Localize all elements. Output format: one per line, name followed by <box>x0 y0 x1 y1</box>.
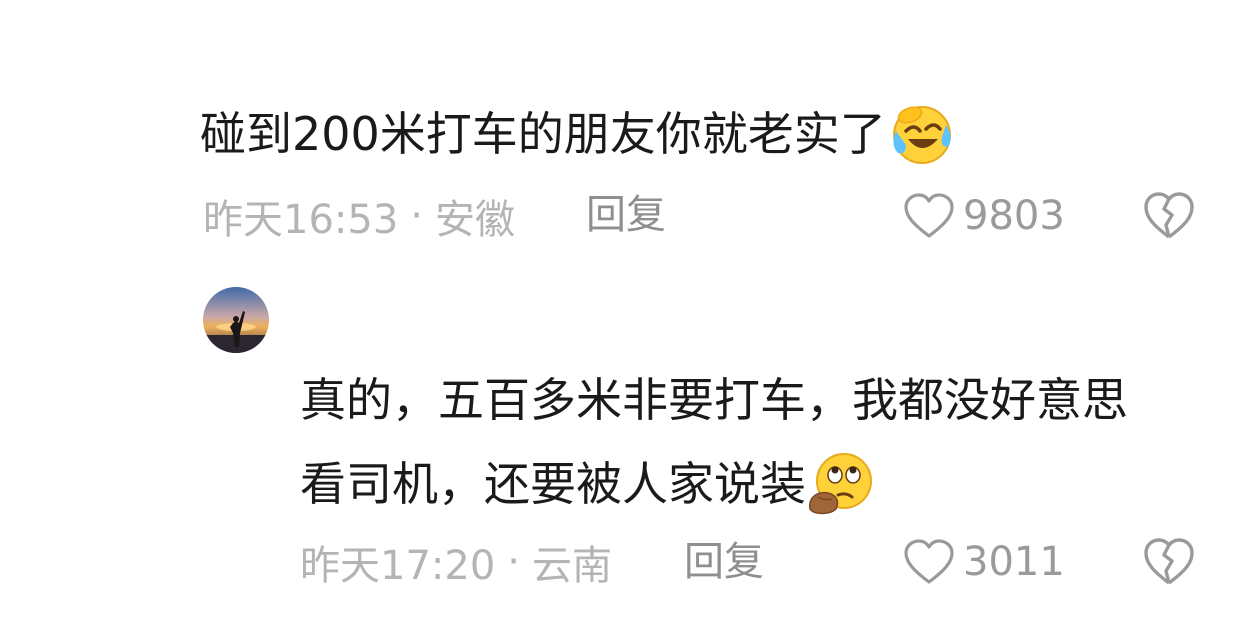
comment-2-text-line-1: 真的，五百多米非要打车，我都没好意思 <box>300 373 1128 427</box>
broken-heart-icon[interactable] <box>1142 189 1196 243</box>
comment-1-text: 碰到200米打车的朋友你就老实了 <box>200 107 886 161</box>
comment-1-location: 安徽 <box>435 197 515 243</box>
comment-2-reply-button[interactable]: 回复 <box>684 532 764 592</box>
comment-1-meta: 昨天16:53 · 安徽 <box>203 186 515 246</box>
comment-2-separator: · <box>507 539 520 585</box>
comment-2-location: 云南 <box>532 543 612 589</box>
comment-1-like-button[interactable]: 9803 <box>903 186 1065 246</box>
comment-1-like-count: 9803 <box>963 193 1065 239</box>
heart-icon <box>904 193 954 238</box>
comment-2-time: 昨天17:20 <box>300 543 496 589</box>
laughing-crying-emoji-icon <box>892 105 951 164</box>
broken-heart-icon[interactable] <box>1142 535 1196 589</box>
user-avatar[interactable] <box>203 287 269 353</box>
comment-2-like-button[interactable]: 3011 <box>903 532 1065 592</box>
comment-1-time: 昨天16:53 <box>203 197 399 243</box>
comment-1-separator: · <box>410 193 423 239</box>
comment-1-text-row: 碰到200米打车的朋友你就老实了 <box>200 92 954 176</box>
comment-1-reply-button[interactable]: 回复 <box>586 185 666 245</box>
comment-2-text-row-2: 看司机，还要被人家说装 <box>300 442 874 526</box>
comment-2-meta: 昨天17:20 · 云南 <box>300 532 612 592</box>
heart-icon <box>904 539 954 584</box>
comment-2-text-line-2: 看司机，还要被人家说装 <box>300 457 806 511</box>
eye-roll-hand-emoji-icon <box>809 452 872 514</box>
comment-2-like-count: 3011 <box>963 539 1065 585</box>
sunset-silhouette-avatar-icon <box>203 287 269 353</box>
